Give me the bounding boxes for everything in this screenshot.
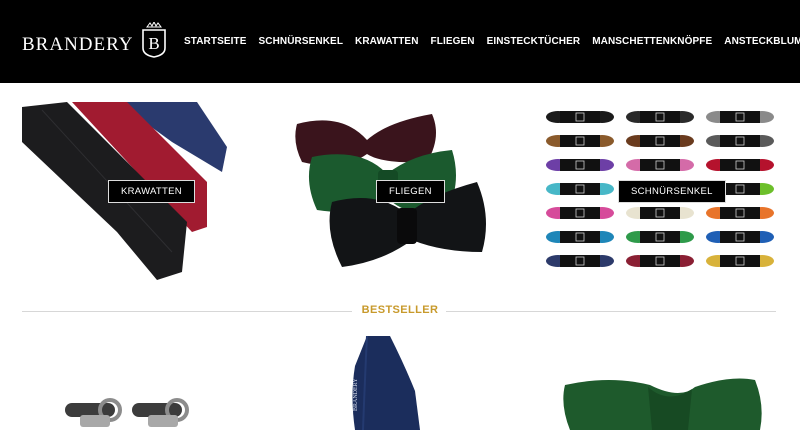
category-tile-ties[interactable]: KRAWATTEN	[22, 102, 262, 282]
divider-right	[446, 311, 776, 312]
shoelace-pair	[546, 159, 614, 171]
badge-letter: B	[149, 34, 160, 53]
main-nav: STARTSEITE SCHNÜRSENKEL KRAWATTEN FLIEGE…	[184, 36, 800, 48]
nav-item-ansteckblumen[interactable]: ANSTECKBLUMEN	[724, 36, 800, 48]
product-cufflinks[interactable]	[60, 385, 190, 430]
category-tile-shoelaces[interactable]: SCHNÜRSENKEL	[540, 102, 778, 282]
shoelace-pair	[706, 159, 774, 171]
shoelace-pair	[626, 255, 694, 267]
category-button-krawatten[interactable]: KRAWATTEN	[108, 180, 195, 203]
shoelace-pair	[626, 207, 694, 219]
nav-item-schnuersenkel[interactable]: SCHNÜRSENKEL	[258, 36, 343, 48]
crest-icon: B	[141, 20, 167, 58]
category-tile-bowties[interactable]: FLIEGEN	[282, 102, 522, 282]
shoelace-pair	[706, 135, 774, 147]
shoelace-pair	[626, 159, 694, 171]
shoelace-pair	[546, 231, 614, 243]
section-title: BESTSELLER	[361, 304, 439, 316]
shoelace-pair	[626, 231, 694, 243]
product-pocket-square[interactable]: BRANDERY	[345, 336, 440, 430]
brand-logo[interactable]: BRANDERY B	[22, 20, 167, 58]
category-button-schnuersenkel[interactable]: SCHNÜRSENKEL	[618, 180, 726, 203]
shoelace-pair	[546, 255, 614, 267]
divider-left	[22, 311, 352, 312]
shoelace-pair	[546, 135, 614, 147]
shoelace-pair	[546, 207, 614, 219]
shoelace-pair	[626, 111, 694, 123]
brand-name: BRANDERY	[22, 34, 134, 55]
shoelace-pair	[706, 255, 774, 267]
shoelace-pair	[706, 231, 774, 243]
shoelace-pair	[546, 183, 614, 195]
shoelace-pair	[626, 135, 694, 147]
category-button-fliegen[interactable]: FLIEGEN	[376, 180, 445, 203]
nav-item-krawatten[interactable]: KRAWATTEN	[355, 36, 419, 48]
nav-item-fliegen[interactable]: FLIEGEN	[431, 36, 475, 48]
shoelace-pair	[706, 207, 774, 219]
product-green-bowtie[interactable]	[560, 375, 780, 430]
nav-item-einstecktuecher[interactable]: EINSTECKTÜCHER	[487, 36, 581, 48]
pocket-square-print: BRANDERY	[353, 378, 359, 411]
shoelace-pair	[546, 111, 614, 123]
cufflinks-image	[65, 398, 189, 427]
nav-item-startseite[interactable]: STARTSEITE	[184, 36, 246, 48]
shoelace-pair	[706, 111, 774, 123]
nav-item-manschettenknoepfe[interactable]: MANSCHETTENKNÖPFE	[592, 36, 712, 48]
green-bowtie-image	[563, 378, 762, 430]
pocket-square-image: BRANDERY	[352, 336, 420, 430]
site-header: BRANDERY B STARTSEITE SCHNÜRSENKEL KRAWA…	[0, 0, 800, 83]
